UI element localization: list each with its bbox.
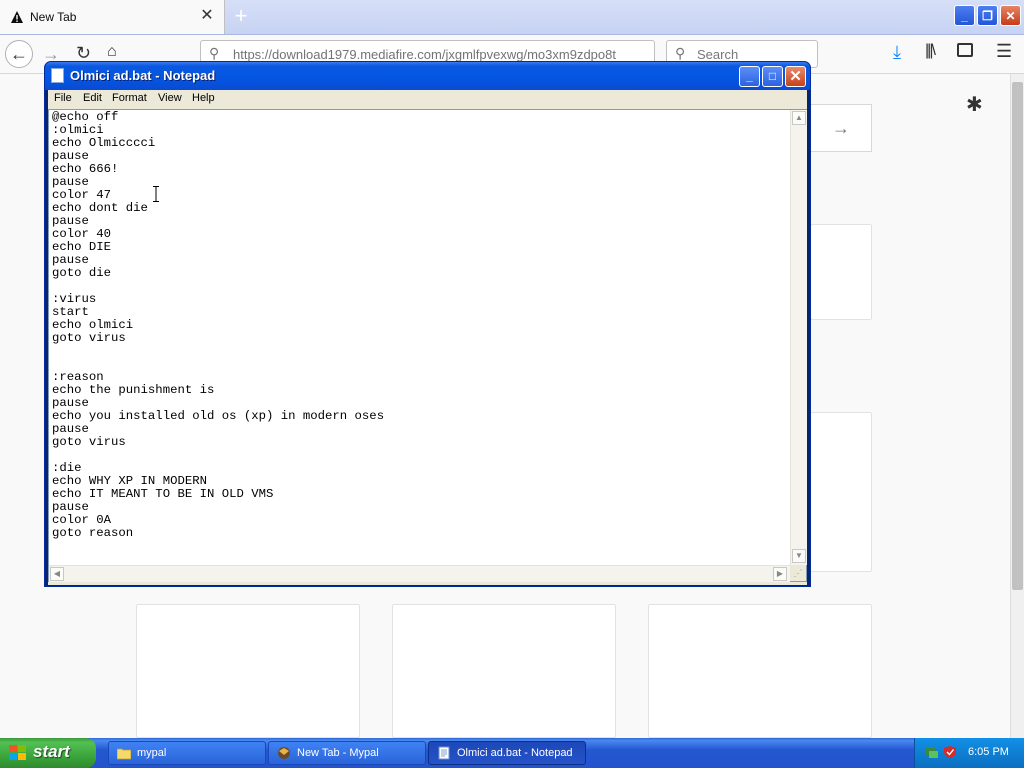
search-placeholder: Search bbox=[697, 47, 739, 62]
notepad-title-bar[interactable]: Olmici ad.bat - Notepad _ □ ✕ bbox=[45, 62, 810, 90]
hamburger-menu-icon[interactable]: ☰ bbox=[996, 41, 1012, 62]
mypal-icon bbox=[278, 747, 290, 759]
search-icon: ⚲ bbox=[209, 45, 220, 61]
taskbar-item-label: mypal bbox=[137, 747, 167, 759]
restore-button[interactable]: ❐ bbox=[977, 5, 998, 26]
windows-logo-icon bbox=[9, 745, 26, 760]
notepad-text-area[interactable]: @echo off :olmici echo Olmicccci pause e… bbox=[48, 109, 807, 582]
notepad-maximize-button[interactable]: □ bbox=[762, 66, 783, 87]
taskbar: start mypal New Tab - Mypal Olmici ad.ba… bbox=[0, 738, 1024, 768]
home-button[interactable]: ⌂ bbox=[107, 43, 117, 61]
scroll-right-icon[interactable]: ▶ bbox=[773, 567, 787, 581]
download-icon[interactable]: ⤓ bbox=[893, 42, 901, 63]
notepad-close-button[interactable]: ✕ bbox=[785, 66, 806, 87]
close-tab-icon[interactable]: ✕ bbox=[198, 7, 216, 25]
top-site-tile[interactable] bbox=[810, 224, 872, 320]
library-icon[interactable]: |||\ bbox=[925, 42, 936, 60]
tab-new-tab[interactable]: New Tab ✕ bbox=[0, 0, 225, 34]
resize-grip-icon[interactable]: ⋰ bbox=[790, 565, 806, 581]
tab-title: New Tab bbox=[30, 10, 77, 24]
notepad-content[interactable]: @echo off :olmici echo Olmicccci pause e… bbox=[52, 111, 384, 540]
browser-tab-bar: New Tab ✕ + _ ❐ ✕ bbox=[0, 0, 1024, 35]
highlight-card[interactable] bbox=[136, 604, 360, 738]
taskbar-item-mypal-browser[interactable]: New Tab - Mypal bbox=[268, 741, 426, 765]
search-go-button[interactable]: → bbox=[810, 104, 872, 152]
menu-help[interactable]: Help bbox=[192, 92, 215, 104]
scroll-left-icon[interactable]: ◀ bbox=[50, 567, 64, 581]
notepad-icon bbox=[51, 68, 64, 83]
notepad-body: File Edit Format View Help @echo off :ol… bbox=[48, 90, 807, 585]
menu-format[interactable]: Format bbox=[112, 92, 147, 104]
taskbar-item-notepad[interactable]: Olmici ad.bat - Notepad bbox=[428, 741, 586, 765]
notepad-horizontal-scrollbar[interactable]: ◀ ▶ bbox=[49, 565, 790, 582]
security-shield-icon[interactable] bbox=[943, 745, 957, 759]
system-tray: 6:05 PM bbox=[914, 738, 1024, 768]
search-icon: ⚲ bbox=[675, 45, 686, 61]
start-label: start bbox=[33, 742, 70, 761]
close-button[interactable]: ✕ bbox=[1000, 5, 1021, 26]
minimize-button[interactable]: _ bbox=[954, 5, 975, 26]
highlight-card[interactable] bbox=[648, 604, 872, 738]
taskbar-item-label: Olmici ad.bat - Notepad bbox=[457, 747, 573, 759]
new-tab-button[interactable]: + bbox=[230, 4, 252, 28]
back-button[interactable]: ← bbox=[5, 40, 33, 68]
menu-view[interactable]: View bbox=[158, 92, 182, 104]
scroll-down-icon[interactable]: ▼ bbox=[792, 549, 806, 563]
notepad-icon bbox=[438, 746, 450, 760]
folder-icon bbox=[117, 748, 131, 760]
taskbar-item-mypal-folder[interactable]: mypal bbox=[108, 741, 266, 765]
notepad-menu-bar: File Edit Format View Help bbox=[48, 90, 807, 108]
notepad-minimize-button[interactable]: _ bbox=[739, 66, 760, 87]
scroll-thumb[interactable] bbox=[1012, 82, 1023, 590]
text-cursor-icon bbox=[153, 186, 159, 202]
clock: 6:05 PM bbox=[968, 746, 1009, 758]
menu-edit[interactable]: Edit bbox=[83, 92, 102, 104]
menu-file[interactable]: File bbox=[54, 92, 72, 104]
network-icon[interactable] bbox=[925, 745, 939, 759]
notepad-vertical-scrollbar[interactable]: ▲ ▼ bbox=[790, 110, 807, 565]
warning-icon bbox=[11, 11, 23, 23]
notepad-title: Olmici ad.bat - Notepad bbox=[70, 68, 216, 83]
taskbar-item-label: New Tab - Mypal bbox=[297, 747, 379, 759]
url-text[interactable]: https://download1979.mediafire.com/jxgml… bbox=[233, 47, 623, 62]
notepad-window: Olmici ad.bat - Notepad _ □ ✕ File Edit … bbox=[44, 61, 811, 587]
page-scrollbar[interactable] bbox=[1010, 74, 1024, 738]
start-button[interactable]: start bbox=[0, 738, 96, 768]
sidebar-icon[interactable] bbox=[957, 43, 973, 57]
highlight-card[interactable] bbox=[392, 604, 616, 738]
gear-icon[interactable]: ✱ bbox=[966, 92, 983, 117]
scroll-up-icon[interactable]: ▲ bbox=[792, 111, 806, 125]
top-site-tile[interactable] bbox=[810, 412, 872, 572]
